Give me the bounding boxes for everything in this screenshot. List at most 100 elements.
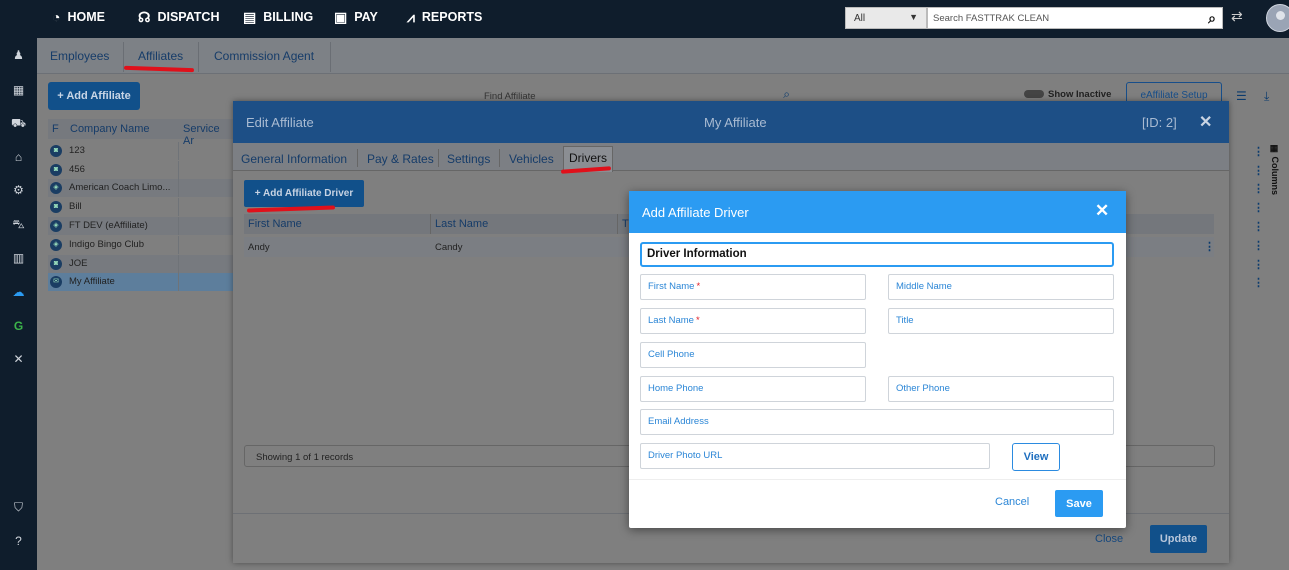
dialog-header: Add Affiliate Driver ✕	[629, 191, 1126, 233]
kebab-menu-icon[interactable]: ⋮	[1253, 164, 1264, 177]
view-photo-button[interactable]: View	[1012, 443, 1060, 471]
user-icon[interactable]: ♟	[11, 48, 26, 63]
table-row[interactable]: ◙ Bill	[48, 198, 233, 216]
update-button[interactable]: Update	[1150, 525, 1207, 553]
table-row[interactable]: ◙ 456	[48, 161, 233, 179]
headset-icon: ☊	[138, 8, 151, 25]
column-header-title[interactable]: T	[622, 218, 629, 230]
kebab-menu-icon[interactable]: ⋮	[1253, 276, 1264, 289]
nav-dispatch[interactable]: ☊ DISPATCH	[138, 0, 219, 34]
table-row[interactable]: ◙ JOE	[48, 255, 233, 273]
first-name-field[interactable]: First Name *	[640, 274, 866, 300]
money-icon: ▣	[334, 8, 348, 25]
show-inactive-toggle[interactable]: Show Inactive	[1024, 89, 1111, 100]
table-row-selected[interactable]: ✉ My Affiliate	[48, 273, 233, 291]
last-name-field[interactable]: Last Name *	[640, 308, 866, 334]
calendar-icon[interactable]: ▥	[11, 251, 26, 266]
email-field[interactable]: Email Address	[640, 409, 1114, 435]
affiliate-type-icon: ◈	[50, 182, 62, 194]
dialog-title: Add Affiliate Driver	[642, 205, 749, 220]
help-icon[interactable]: ?	[11, 534, 26, 549]
tab-divider	[198, 42, 199, 72]
columns-panel-toggle[interactable]: ▦ Columns	[1266, 144, 1280, 214]
driver-information-section: Driver Information	[640, 242, 1114, 267]
grid-icon: ▦	[1270, 144, 1280, 157]
kebab-menu-icon[interactable]: ⋮	[1253, 201, 1264, 214]
tab-general-information[interactable]: General Information	[241, 152, 347, 166]
kebab-menu-icon[interactable]: ⋮	[1253, 239, 1264, 252]
kebab-menu-icon[interactable]: ⋮	[1253, 220, 1264, 233]
tab-pay-rates[interactable]: Pay & Rates	[367, 152, 434, 166]
add-affiliate-driver-dialog: Add Affiliate Driver ✕ Driver Informatio…	[629, 191, 1126, 528]
inbox-icon[interactable]: ⌂	[11, 150, 26, 165]
table-row[interactable]: ◈ Indigo Bingo Club	[48, 236, 233, 254]
column-header-company[interactable]: Company Name	[70, 123, 149, 135]
affiliates-table-header: F Company Name Service Ar	[48, 119, 233, 147]
column-header-flag[interactable]: F	[52, 123, 59, 135]
close-button[interactable]: Close	[1095, 533, 1123, 545]
table-row[interactable]: ◈ FT DEV (eAffiliate)	[48, 217, 233, 235]
column-header-last-name[interactable]: Last Name	[435, 218, 488, 230]
other-phone-field[interactable]: Other Phone	[888, 376, 1114, 402]
list-icon[interactable]: ☰	[1236, 89, 1247, 103]
divider	[629, 479, 1126, 480]
affiliate-type-icon: ◈	[50, 220, 62, 232]
tab-commission-agent[interactable]: Commission Agent	[214, 49, 314, 63]
tab-settings[interactable]: Settings	[447, 152, 490, 166]
cloud-gear-icon[interactable]: ☁	[11, 285, 26, 300]
kebab-menu-icon[interactable]: ⋮	[1253, 258, 1264, 271]
kebab-menu-icon[interactable]: ⋮	[1253, 145, 1264, 158]
toggle-icon[interactable]: ⇄	[1231, 8, 1243, 25]
left-sidebar: ♟ ▦ ⛟ ⌂ ⚙ ⛍ ▥ ☁ G ✕ ⛉ ?	[0, 38, 37, 570]
middle-name-field[interactable]: Middle Name	[888, 274, 1114, 300]
export-icon[interactable]: ⤓	[1264, 89, 1269, 104]
toggle-switch[interactable]	[1024, 90, 1044, 99]
close-icon[interactable]: ✕	[1095, 201, 1109, 221]
nav-home[interactable]: ◔ HOME	[52, 0, 105, 34]
kebab-menu-icon[interactable]: ⋮	[1204, 240, 1215, 253]
home-phone-field[interactable]: Home Phone	[640, 376, 866, 402]
dashboard-icon: ◔	[52, 9, 61, 25]
affiliate-type-icon: ◙	[50, 164, 62, 176]
affiliate-type-icon: ◙	[50, 258, 62, 270]
affiliate-type-icon: ◈	[50, 239, 62, 251]
user-avatar[interactable]	[1266, 4, 1289, 32]
g-logo-icon[interactable]: G	[11, 319, 26, 334]
tools-icon[interactable]: ✕	[11, 352, 26, 367]
kebab-menu-icon[interactable]: ⋮	[1253, 182, 1264, 195]
search-icon[interactable]: ⌕	[783, 87, 790, 102]
truck-icon[interactable]: ⛟	[11, 116, 26, 131]
nav-billing[interactable]: ▤ BILLING	[243, 0, 313, 34]
edit-affiliate-tabs: General Information Pay & Rates Settings…	[233, 143, 1229, 172]
cancel-button[interactable]: Cancel	[995, 496, 1029, 508]
table-row[interactable]: ◙ 123	[48, 142, 233, 160]
nav-pay[interactable]: ▣ PAY	[334, 0, 378, 34]
caret-down-icon: ▼	[909, 12, 918, 22]
shield-icon[interactable]: ⛉	[11, 500, 26, 515]
nav-reports[interactable]: ⩘ REPORTS	[407, 0, 482, 34]
add-affiliate-driver-button[interactable]: + Add Affiliate Driver	[244, 180, 364, 207]
title-field[interactable]: Title	[888, 308, 1114, 334]
required-marker: *	[695, 315, 700, 326]
building-icon[interactable]: ▦	[11, 83, 26, 98]
affiliate-name: My Affiliate	[704, 115, 767, 130]
document-icon: ▤	[243, 8, 257, 25]
affiliate-id: [ID: 2]	[1142, 115, 1177, 130]
search-icon[interactable]: ⌕	[1208, 10, 1216, 27]
add-affiliate-button[interactable]: + Add Affiliate	[48, 82, 140, 110]
table-row[interactable]: ◈ American Coach Limo...	[48, 179, 233, 197]
driver-photo-url-field[interactable]: Driver Photo URL	[640, 443, 990, 469]
required-marker: *	[696, 281, 701, 292]
save-button[interactable]: Save	[1055, 490, 1103, 517]
close-icon[interactable]: ✕	[1199, 112, 1212, 132]
affiliate-subtabs: Employees Affiliates Commission Agent	[37, 38, 1289, 74]
tab-affiliates[interactable]: Affiliates	[138, 49, 183, 63]
gears-icon[interactable]: ⚙	[11, 183, 26, 198]
search-scope-select[interactable]: All ▼	[845, 7, 927, 29]
tab-employees[interactable]: Employees	[50, 49, 109, 63]
bus-icon[interactable]: ⛍	[11, 217, 26, 232]
cell-phone-field[interactable]: Cell Phone	[640, 342, 866, 368]
tab-vehicles[interactable]: Vehicles	[509, 152, 554, 166]
column-header-first-name[interactable]: First Name	[248, 218, 302, 230]
global-search-input[interactable]: Search FASTTRAK CLEAN ⌕	[927, 7, 1223, 29]
